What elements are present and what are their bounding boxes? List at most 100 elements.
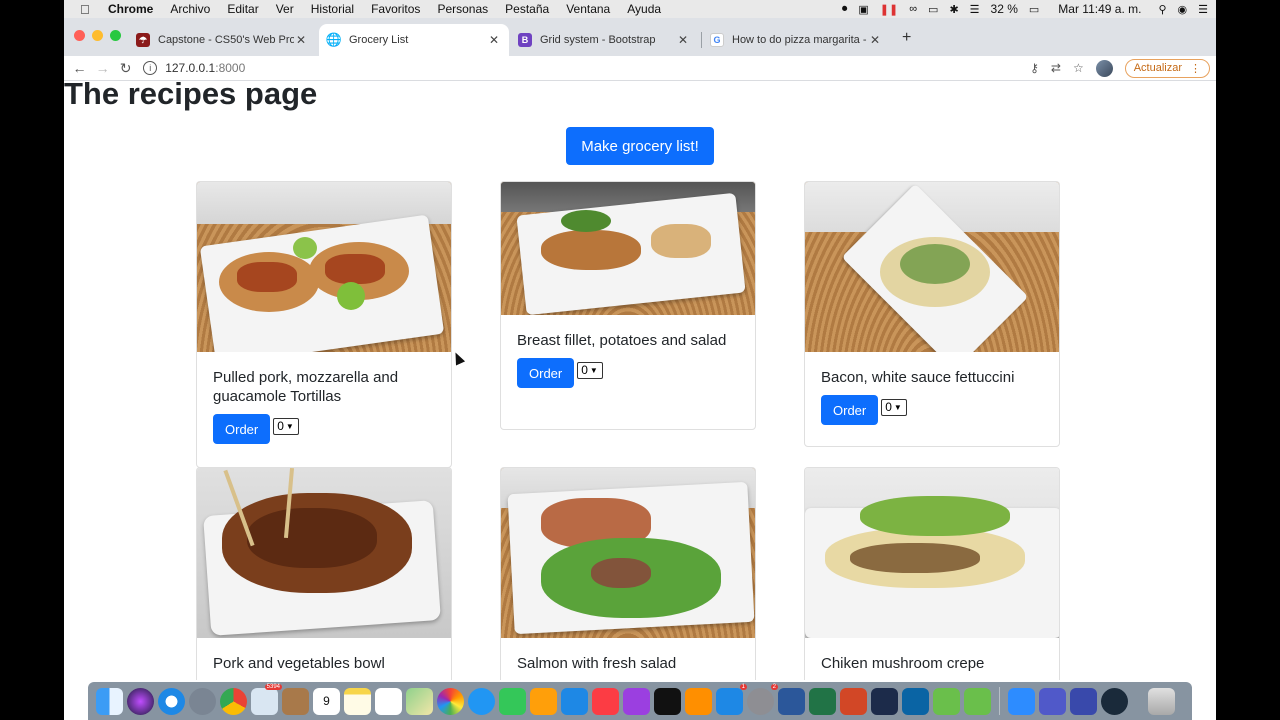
quicktime-icon[interactable] <box>1101 687 1128 715</box>
recipe-title: Salmon with fresh salad <box>517 655 677 672</box>
facetime-icon[interactable] <box>499 687 526 715</box>
menu-historial[interactable]: Historial <box>311 2 354 16</box>
profile-avatar[interactable] <box>1095 59 1113 77</box>
keynote-icon[interactable] <box>561 687 588 715</box>
airplay-icon[interactable]: ▭ <box>928 3 938 16</box>
order-button[interactable]: Order <box>821 395 879 425</box>
wifi-icon[interactable]: ☰ <box>970 3 980 16</box>
card-body: Chiken mushroom crepe <box>805 638 1059 680</box>
pages-icon[interactable] <box>530 687 557 715</box>
close-tab-icon[interactable]: ✕ <box>676 33 690 47</box>
clock[interactable]: Mar 11:49 a. m. <box>1058 2 1141 16</box>
safari-icon[interactable] <box>158 687 185 715</box>
mail-badge-icon[interactable]: 5394 <box>251 683 282 715</box>
site-info-icon[interactable]: i <box>143 61 158 75</box>
battery-percent[interactable]: 32 % <box>991 2 1018 16</box>
recipe-image-tortillas <box>197 182 451 352</box>
bookmark-star-icon[interactable]: ☆ <box>1073 61 1084 75</box>
xcode-icon[interactable] <box>871 687 898 715</box>
spotlight-search-icon[interactable]: ⚲ <box>1158 3 1166 16</box>
finder-icon[interactable] <box>96 687 123 715</box>
minimize-window-button[interactable] <box>92 30 103 41</box>
android-emulator-icon[interactable] <box>964 687 991 715</box>
key-icon[interactable]: ⚷ <box>1030 61 1039 75</box>
record-icon[interactable]: ⏺ <box>842 3 848 16</box>
order-button[interactable]: Order <box>517 358 575 388</box>
make-grocery-list-button[interactable]: Make grocery list! <box>566 127 714 165</box>
browser-tab-strip: ☂ Capstone - CS50's Web Progra ✕ 🌐 Groce… <box>64 18 1216 56</box>
creative-cloud-icon[interactable]: ∞ <box>909 3 917 15</box>
reload-icon[interactable]: ↻ <box>114 60 137 77</box>
menu-ver[interactable]: Ver <box>276 2 294 16</box>
system-preferences-icon[interactable]: 2 <box>747 683 778 715</box>
quantity-select[interactable]: 0 ▼ <box>273 417 300 435</box>
menu-pestana[interactable]: Pestaña <box>505 2 549 16</box>
back-arrow-icon[interactable]: ← <box>68 60 91 76</box>
zoom-window-button[interactable] <box>110 30 121 41</box>
tab-pizza[interactable]: G How to do pizza margarita - Bu ✕ <box>702 24 890 56</box>
tab-grocery-list[interactable]: 🌐 Grocery List ✕ <box>319 24 509 56</box>
parallels-icon[interactable]: ❚❚ <box>880 3 898 16</box>
mail-badge: 5394 <box>264 683 282 690</box>
address-bar[interactable]: i 127.0.0.1:8000 <box>143 57 1030 79</box>
reminders-icon[interactable] <box>375 687 402 715</box>
menu-personas[interactable]: Personas <box>437 2 488 16</box>
recipe-card: Chiken mushroom crepe <box>804 467 1060 680</box>
recipe-title: Pork and vegetables bowl <box>213 655 385 672</box>
close-window-button[interactable] <box>74 30 85 41</box>
close-tab-icon[interactable]: ✕ <box>294 33 308 47</box>
recipe-title: Pulled pork, mozzarella and guacamole To… <box>213 369 399 405</box>
zoom-icon[interactable]: ▣ <box>858 3 868 16</box>
card-body: Bacon, white sauce fettuccini Order 0 ▼ <box>805 352 1059 441</box>
trash-icon[interactable] <box>1148 687 1175 715</box>
screen-recorder-icon[interactable] <box>1070 687 1097 715</box>
siri-icon[interactable]: ◉ <box>1178 3 1188 16</box>
menu-ventana[interactable]: Ventana <box>566 2 610 16</box>
zoom-app-icon[interactable] <box>1008 687 1035 715</box>
powerpoint-icon[interactable] <box>840 687 867 715</box>
excel-icon[interactable] <box>809 687 836 715</box>
order-button[interactable]: Order <box>213 414 271 444</box>
google-icon: G <box>710 33 724 47</box>
translate-icon[interactable]: ⇄ <box>1051 61 1061 75</box>
quantity-select[interactable]: 0 ▼ <box>881 398 908 416</box>
more-menu-icon[interactable]: ⋮ <box>1190 62 1201 75</box>
siri-icon[interactable] <box>127 687 154 715</box>
contacts-icon[interactable] <box>282 687 309 715</box>
music-icon[interactable] <box>592 687 619 715</box>
menu-favoritos[interactable]: Favoritos <box>371 2 420 16</box>
apple-menu-icon[interactable]:  <box>80 2 96 17</box>
menu-editar[interactable]: Editar <box>227 2 258 16</box>
toolbar-actions: ⚷ ⇄ ☆ Actualizar ⋮ <box>1030 58 1216 78</box>
menu-ayuda[interactable]: Ayuda <box>627 2 661 16</box>
apple-tv-icon[interactable] <box>654 687 681 715</box>
close-tab-icon[interactable]: ✕ <box>487 33 501 47</box>
android-studio-icon[interactable] <box>933 687 960 715</box>
update-button[interactable]: Actualizar ⋮ <box>1124 58 1211 78</box>
close-tab-icon[interactable]: ✕ <box>868 33 882 47</box>
address-port: :8000 <box>215 61 246 75</box>
word-icon[interactable] <box>778 687 805 715</box>
tab-capstone[interactable]: ☂ Capstone - CS50's Web Progra ✕ <box>128 24 316 56</box>
books-icon[interactable] <box>685 687 712 715</box>
photos-icon[interactable] <box>437 687 464 715</box>
calendar-icon[interactable]: 9 <box>313 687 340 715</box>
messages-icon[interactable] <box>468 687 495 715</box>
menu-chrome[interactable]: Chrome <box>108 2 153 16</box>
bluetooth-icon[interactable]: ✱ <box>949 3 958 16</box>
notification-center-icon[interactable]: ☰ <box>1198 3 1208 16</box>
forward-arrow-icon[interactable]: → <box>91 60 114 76</box>
chrome-icon[interactable] <box>220 687 247 715</box>
podcasts-icon[interactable] <box>623 687 650 715</box>
notes-icon[interactable] <box>344 687 371 715</box>
new-tab-icon[interactable]: + <box>902 29 911 47</box>
teams-icon[interactable] <box>1039 687 1066 715</box>
app-store-icon[interactable]: 1 <box>716 683 747 715</box>
recipe-card: Breast fillet, potatoes and salad Order … <box>500 181 756 430</box>
quantity-select[interactable]: 0 ▼ <box>577 361 604 379</box>
vscode-icon[interactable] <box>902 687 929 715</box>
menu-archivo[interactable]: Archivo <box>170 2 210 16</box>
maps-icon[interactable] <box>406 687 433 715</box>
tab-bootstrap[interactable]: B Grid system - Bootstrap ✕ <box>510 24 698 56</box>
launchpad-icon[interactable] <box>189 687 216 715</box>
